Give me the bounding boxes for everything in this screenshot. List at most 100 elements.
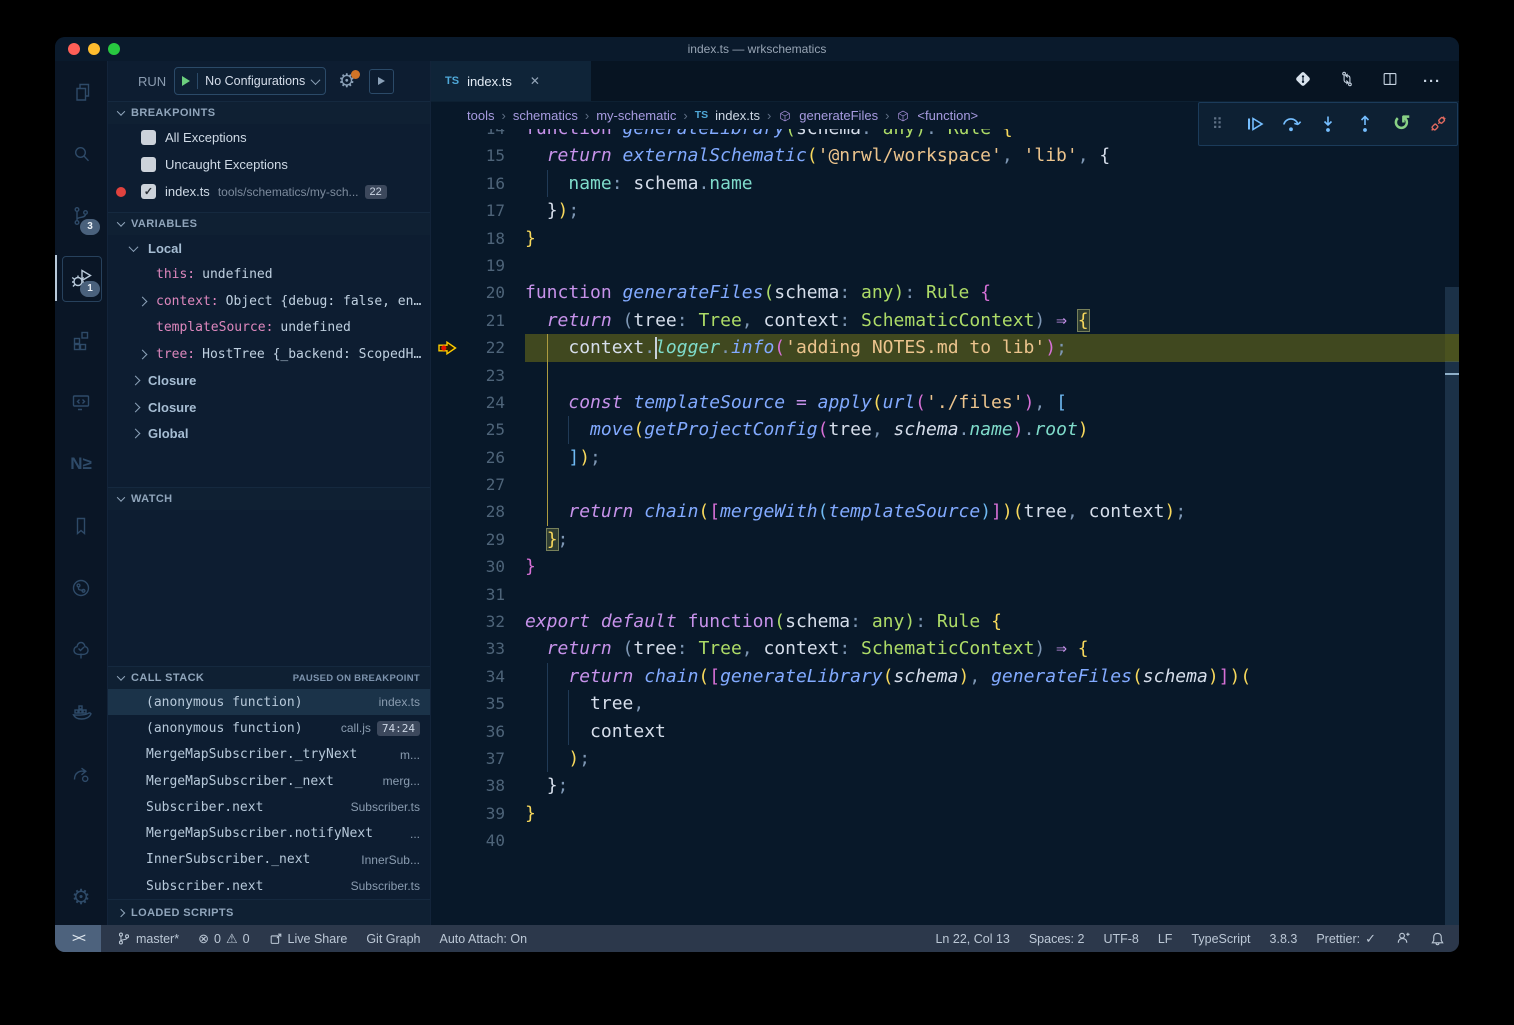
variable-scope-row[interactable]: Local	[108, 235, 430, 262]
breakpoint-margin[interactable]	[431, 772, 465, 799]
breakpoint-margin[interactable]	[431, 635, 465, 662]
gitlens-diamond-icon[interactable]	[1292, 68, 1314, 95]
step-over-button[interactable]	[1278, 111, 1304, 137]
start-debug-icon[interactable]	[182, 76, 190, 86]
split-editor-icon[interactable]	[1380, 69, 1400, 94]
configure-gear-icon[interactable]: ⚙	[338, 72, 355, 91]
call-stack-frame[interactable]: MergeMapSubscriber._nextmerg...	[108, 768, 430, 794]
breakpoint-row[interactable]: All Exceptions	[108, 124, 430, 151]
variables-section-header[interactable]: VARIABLES	[108, 212, 430, 235]
toolbar-drag-handle[interactable]: ⠿	[1204, 111, 1230, 137]
code-line[interactable]: 19	[431, 252, 1459, 279]
auto-attach-status[interactable]: Auto Attach: On	[440, 932, 528, 946]
prettier-status[interactable]: Prettier:✓	[1316, 931, 1376, 947]
breakpoint-margin[interactable]	[431, 362, 465, 389]
maximize-window-button[interactable]	[108, 43, 120, 55]
breakpoint-margin[interactable]	[431, 745, 465, 772]
code-line[interactable]: 16 name: schema.name	[431, 170, 1459, 197]
breadcrumb-item[interactable]: tools	[467, 108, 494, 123]
step-out-button[interactable]	[1352, 111, 1378, 137]
code-line[interactable]: 15 return externalSchematic('@nrwl/works…	[431, 142, 1459, 169]
breakpoint-checkbox[interactable]	[141, 130, 156, 145]
breakpoint-margin[interactable]	[431, 170, 465, 197]
code-line[interactable]: 17 });	[431, 197, 1459, 224]
breakpoint-margin[interactable]	[431, 279, 465, 306]
code-line[interactable]: 25 move(getProjectConfig(tree, schema.na…	[431, 416, 1459, 443]
breakpoint-margin[interactable]	[431, 142, 465, 169]
variable-scope-row[interactable]: Global	[108, 421, 430, 448]
code-line[interactable]: 23	[431, 362, 1459, 389]
language-mode-status[interactable]: TypeScript	[1191, 932, 1250, 946]
breadcrumb-item[interactable]: my-schematic	[596, 108, 676, 123]
debug-position-icon[interactable]	[431, 334, 465, 361]
typescript-version-status[interactable]: 3.8.3	[1270, 932, 1298, 946]
breakpoint-margin[interactable]	[431, 498, 465, 525]
breakpoint-dot-icon[interactable]	[116, 187, 126, 197]
breakpoint-margin[interactable]	[431, 444, 465, 471]
loaded-scripts-section-header[interactable]: LOADED SCRIPTS	[108, 899, 430, 925]
breadcrumb-item[interactable]: <function>	[917, 108, 978, 123]
search-icon[interactable]	[55, 123, 107, 185]
code-line[interactable]: 35 tree,	[431, 690, 1459, 717]
docker-icon[interactable]	[55, 681, 107, 743]
breadcrumb-item[interactable]: schematics	[513, 108, 578, 123]
code-area[interactable]: 14function generateLibrary(schema: any):…	[431, 115, 1459, 855]
share-export-icon[interactable]	[55, 743, 107, 805]
open-changes-icon[interactable]	[1337, 69, 1357, 94]
code-line[interactable]: 26 ]);	[431, 444, 1459, 471]
call-stack-frame[interactable]: Subscriber.nextSubscriber.ts	[108, 873, 430, 899]
git-history-icon[interactable]	[55, 557, 107, 619]
variable-row[interactable]: tree:HostTree {_backend: ScopedH…	[108, 341, 430, 368]
breakpoint-margin[interactable]	[431, 252, 465, 279]
breakpoint-margin[interactable]	[431, 827, 465, 854]
code-line[interactable]: 27	[431, 471, 1459, 498]
tab-index-ts[interactable]: TS index.ts ✕	[431, 61, 592, 101]
code-line[interactable]: 34 return chain([generateLibrary(schema)…	[431, 663, 1459, 690]
call-stack-frame[interactable]: (anonymous function)index.ts	[108, 689, 430, 715]
breakpoint-margin[interactable]	[431, 225, 465, 252]
code-line[interactable]: 29 };	[431, 526, 1459, 553]
bookmarks-icon[interactable]	[55, 495, 107, 557]
breakpoint-margin[interactable]	[431, 553, 465, 580]
breakpoint-row[interactable]: Uncaught Exceptions	[108, 151, 430, 178]
open-debug-console-icon[interactable]	[369, 69, 394, 94]
breakpoint-row[interactable]: ✓index.tstools/schematics/my-sch...22	[108, 178, 430, 205]
code-line[interactable]: 18}	[431, 225, 1459, 252]
continue-button[interactable]	[1241, 111, 1267, 137]
breakpoint-margin[interactable]	[431, 526, 465, 553]
code-line[interactable]: 30}	[431, 553, 1459, 580]
encoding-status[interactable]: UTF-8	[1103, 932, 1138, 946]
breakpoint-margin[interactable]	[431, 690, 465, 717]
code-line[interactable]: 36 context	[431, 718, 1459, 745]
variable-row[interactable]: context:Object {debug: false, en…	[108, 288, 430, 315]
code-line[interactable]: 38 };	[431, 772, 1459, 799]
code-line[interactable]: 28 return chain([mergeWith(templateSourc…	[431, 498, 1459, 525]
test-tree-icon[interactable]	[55, 619, 107, 681]
feedback-icon[interactable]	[1395, 931, 1411, 946]
breakpoint-margin[interactable]	[431, 416, 465, 443]
settings-gear-icon[interactable]: ⚙	[55, 869, 107, 925]
code-line[interactable]: 40	[431, 827, 1459, 854]
breakpoint-margin[interactable]	[431, 197, 465, 224]
code-line[interactable]: 21 return (tree: Tree, context: Schemati…	[431, 307, 1459, 334]
breakpoints-section-header[interactable]: BREAKPOINTS	[108, 101, 430, 124]
source-control-icon[interactable]: 3	[55, 185, 107, 247]
remote-indicator[interactable]: ><	[55, 925, 101, 952]
extensions-icon[interactable]	[55, 309, 107, 371]
breakpoint-margin[interactable]	[431, 389, 465, 416]
call-stack-frame[interactable]: MergeMapSubscriber._tryNextm...	[108, 742, 430, 768]
breakpoint-margin[interactable]	[431, 800, 465, 827]
editor-scrollbar[interactable]	[1445, 287, 1459, 925]
code-line[interactable]: 33 return (tree: Tree, context: Schemati…	[431, 635, 1459, 662]
close-window-button[interactable]	[68, 43, 80, 55]
git-graph-status[interactable]: Git Graph	[366, 932, 420, 946]
variable-row[interactable]: this:undefined	[108, 262, 430, 289]
call-stack-frame[interactable]: Subscriber.nextSubscriber.ts	[108, 794, 430, 820]
call-stack-section-header[interactable]: CALL STACK PAUSED ON BREAKPOINT	[108, 666, 430, 689]
run-debug-icon[interactable]: 1	[55, 247, 107, 309]
remote-explorer-icon[interactable]	[55, 371, 107, 433]
breakpoint-margin[interactable]	[431, 307, 465, 334]
restart-button[interactable]: ↺	[1389, 111, 1415, 137]
disconnect-button[interactable]	[1425, 111, 1451, 137]
call-stack-frame[interactable]: MergeMapSubscriber.notifyNext...	[108, 820, 430, 846]
